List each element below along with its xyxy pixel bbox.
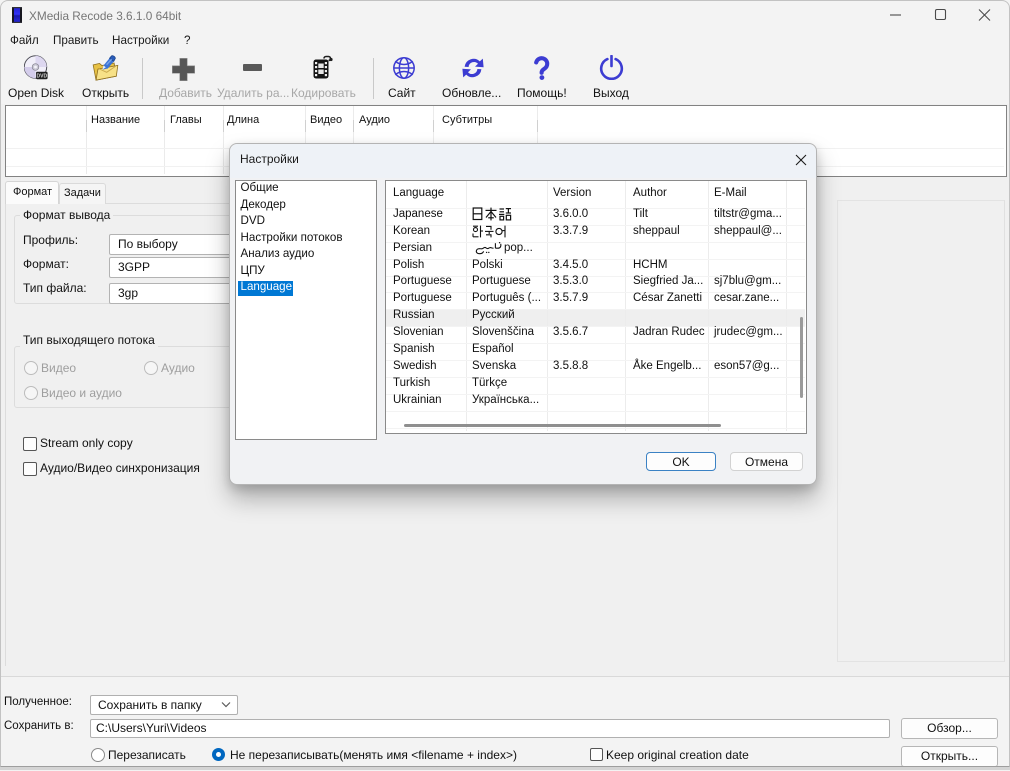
svg-text:DVD: DVD <box>37 74 48 80</box>
